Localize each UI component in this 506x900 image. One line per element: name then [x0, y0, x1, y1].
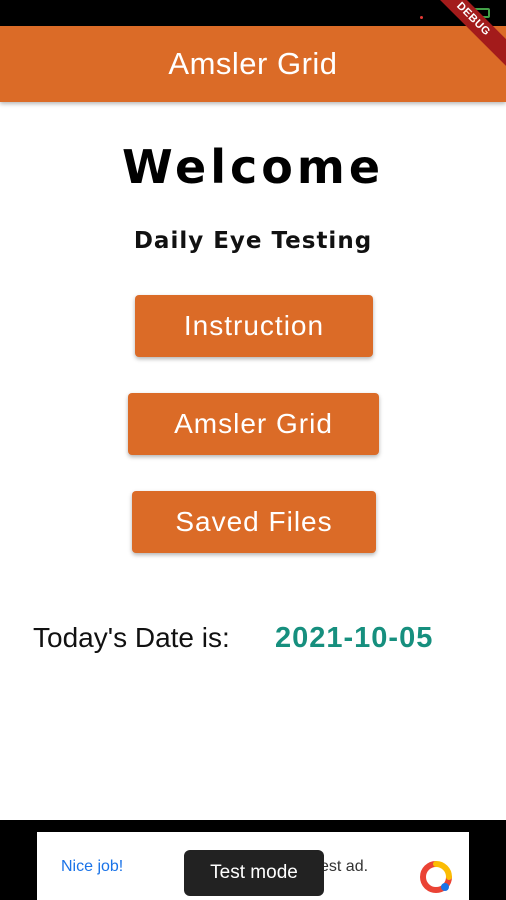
subtitle: Daily Eye Testing — [133, 228, 373, 254]
saved-files-button[interactable]: Saved Files — [132, 491, 376, 553]
status-bar — [0, 0, 506, 26]
date-value: 2021-10-05 — [275, 622, 434, 654]
date-label: Today's Date is: — [33, 622, 230, 653]
notification-dot-icon — [420, 16, 423, 19]
date-row: Today's Date is: 2021-10-05 — [33, 622, 493, 662]
ad-logo-icon — [420, 861, 452, 893]
test-mode-toast: Test mode — [184, 850, 324, 896]
instruction-button-label: Instruction — [183, 310, 325, 341]
ad-area: Nice job! est ad. Test mode — [0, 820, 506, 900]
ad-nice-text: Nice job! — [61, 858, 124, 875]
app-title: Amsler Grid — [168, 46, 338, 81]
instruction-button[interactable]: Instruction — [135, 295, 373, 357]
saved-files-button-label: Saved Files — [175, 506, 333, 537]
welcome-heading: Welcome — [121, 140, 385, 194]
ad-banner[interactable]: Nice job! est ad. Test mode — [37, 832, 469, 900]
app-bar: Amsler Grid — [0, 26, 506, 102]
amsler-grid-button[interactable]: Amsler Grid — [128, 393, 379, 455]
ad-body-text: est ad. — [320, 858, 369, 875]
amsler-grid-button-label: Amsler Grid — [174, 408, 333, 439]
